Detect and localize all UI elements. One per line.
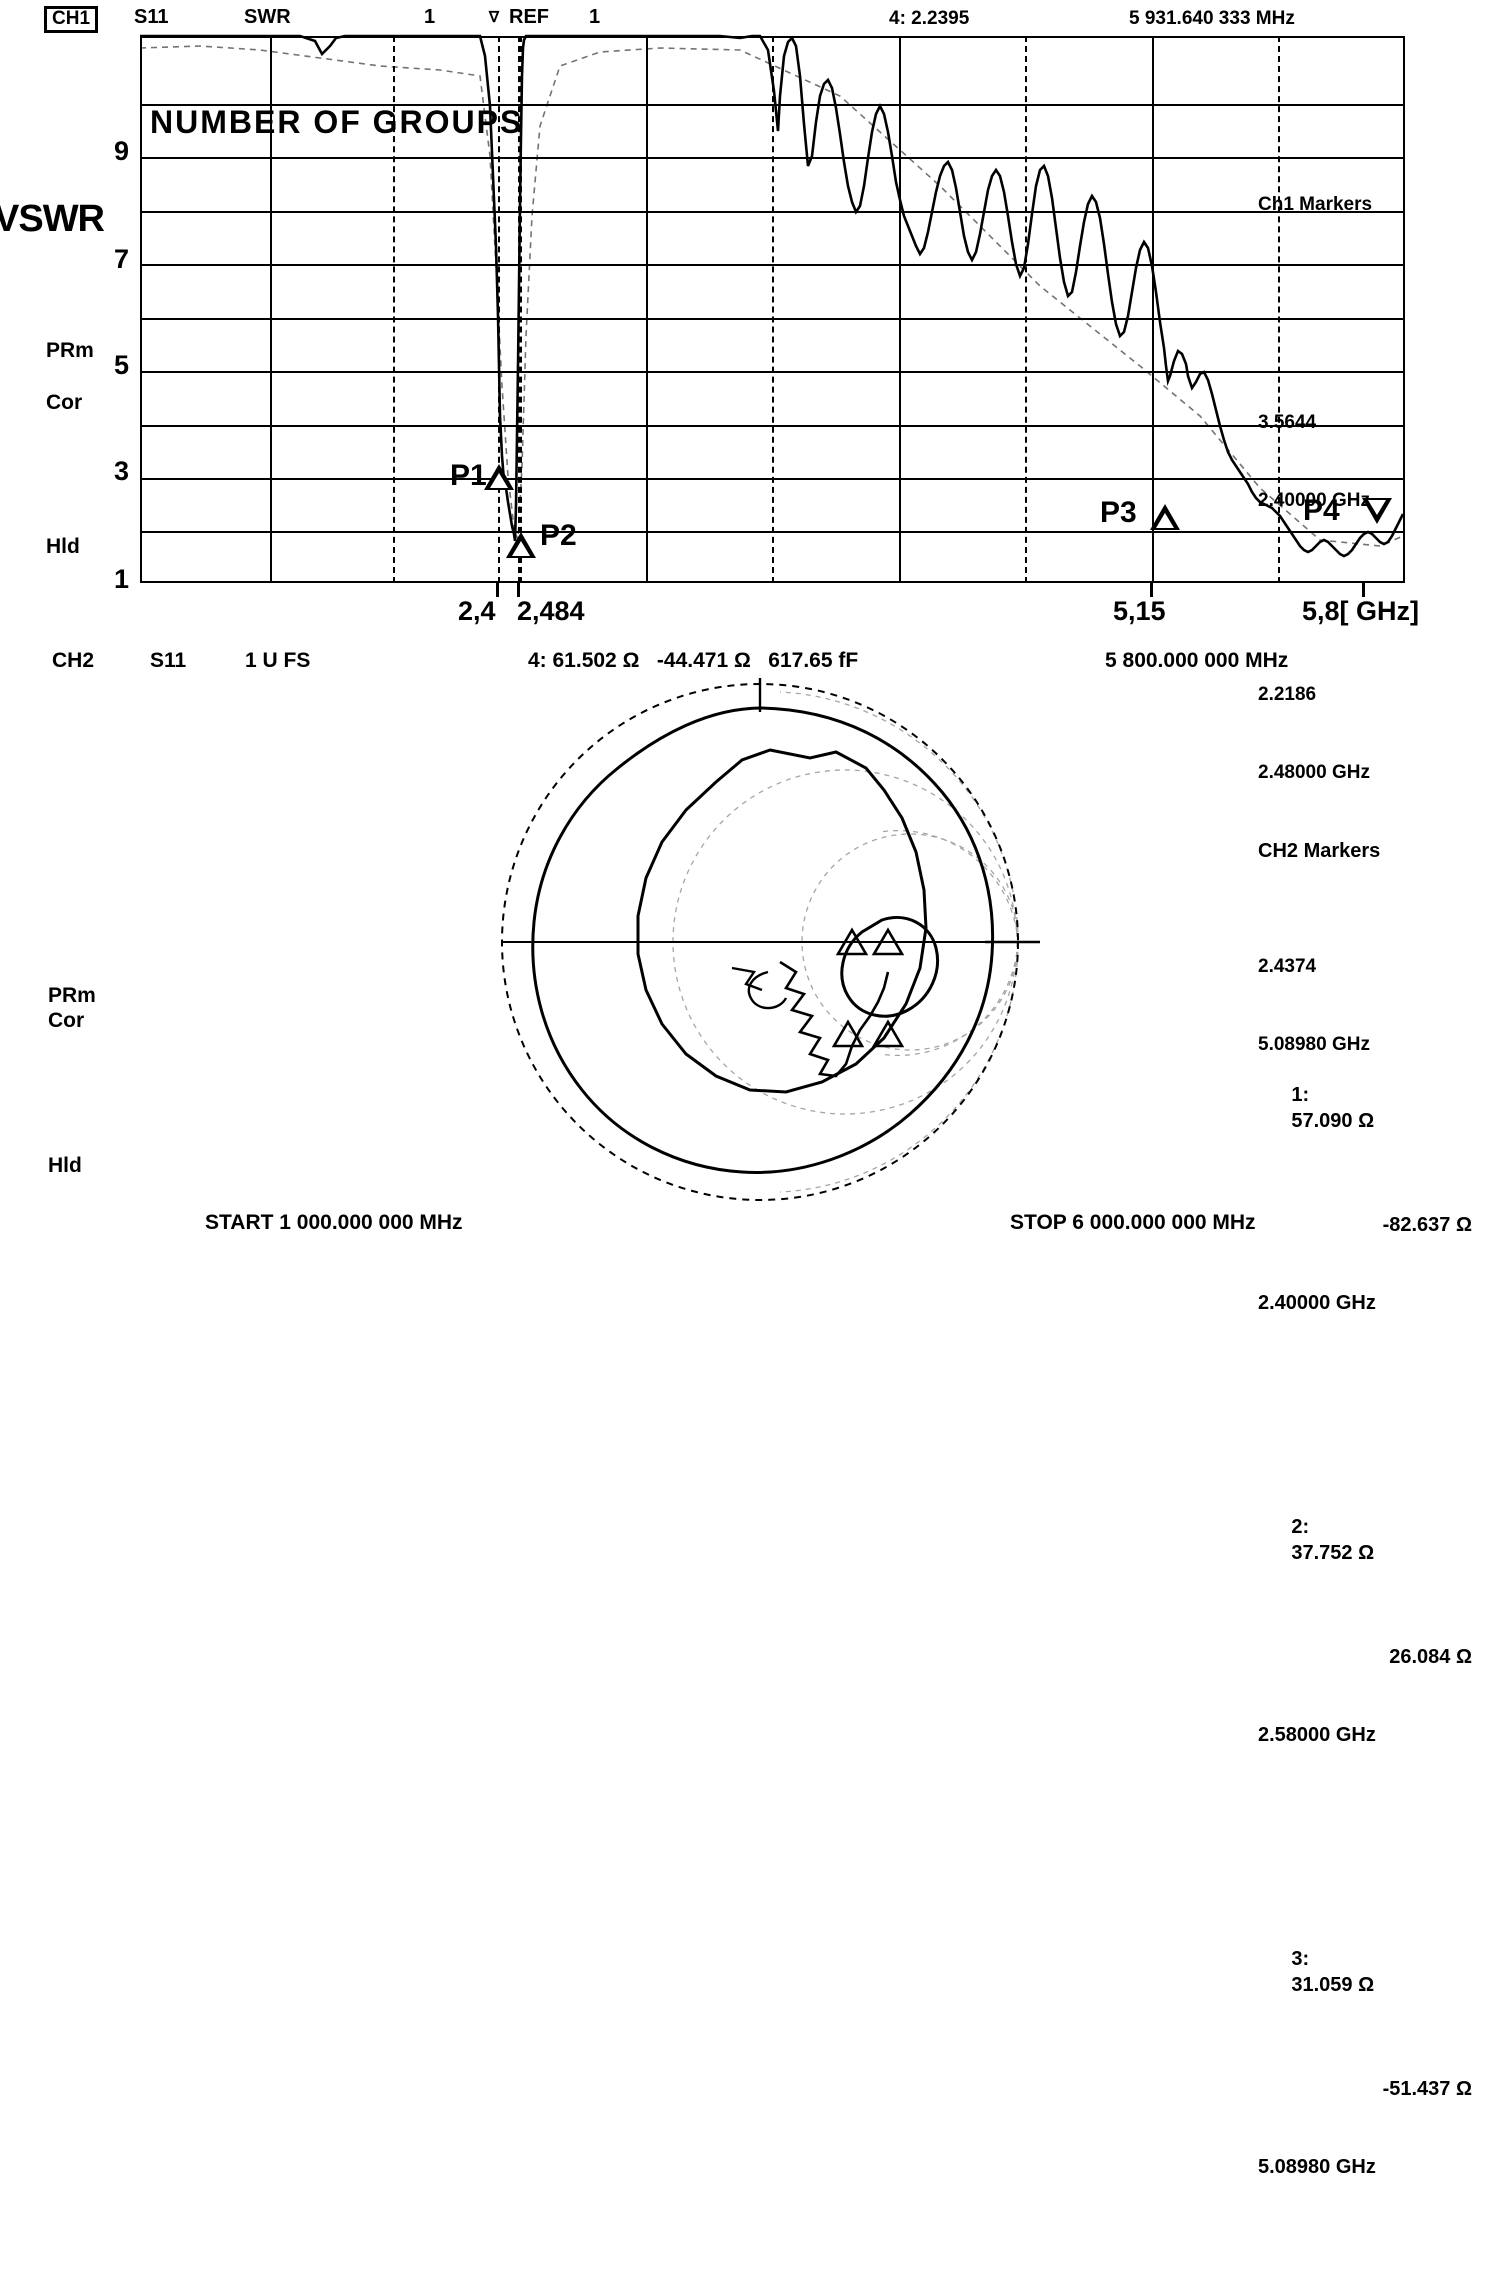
ch2-status-hld: Hld bbox=[48, 1154, 82, 1177]
ch1-marker-2-value: 2.2186 bbox=[1258, 684, 1317, 705]
ch2-marker-3-frequency: 5.08980 GHz bbox=[1258, 2156, 1376, 2178]
gridline-v-8 bbox=[1152, 36, 1154, 583]
gridline-v-6 bbox=[899, 36, 901, 583]
ch1-marker-1-value: 3.5644 bbox=[1258, 412, 1317, 433]
ch1-status-cor: Cor bbox=[46, 391, 83, 414]
point-label-p3: P3 bbox=[1100, 496, 1137, 529]
ch2-marker-2-resistance: 2: 37.752 Ω bbox=[1258, 1488, 1498, 1592]
sweep-stop-label: STOP 6 000.000 000 MHz bbox=[1010, 1211, 1256, 1234]
ch1-scale-per-div: 1 bbox=[424, 6, 436, 28]
ch1-status-hld: Hld bbox=[46, 535, 80, 558]
ch2-marker-3-reactance: -51.437 Ω bbox=[1382, 2078, 1472, 2100]
y-axis-title: VSWR bbox=[0, 198, 105, 240]
ch2-active-marker-frequency: 5 800.000 000 MHz bbox=[1105, 649, 1289, 672]
x-tick-mark-5p15 bbox=[1150, 583, 1153, 597]
smith-trace-tail bbox=[747, 970, 788, 1010]
ch2-marker-2-r-value: 37.752 Ω bbox=[1291, 1542, 1375, 1564]
marker-line-p1 bbox=[498, 36, 500, 583]
ch2-parameter-label: S11 bbox=[150, 649, 187, 672]
ch1-ref-value: 1 bbox=[589, 6, 601, 28]
marker-line-p2 bbox=[518, 36, 520, 583]
x-tick-label-2p484: 2,484 bbox=[517, 596, 585, 626]
y-tick-3: 3 bbox=[113, 456, 129, 486]
ch1-active-marker-frequency: 5 931.640 333 MHz bbox=[1129, 8, 1295, 29]
point-label-p2: P2 bbox=[540, 519, 577, 552]
ch1-status-prm: PRm bbox=[46, 339, 94, 362]
marker-triangle-p1 bbox=[484, 464, 514, 490]
gridline-v-4 bbox=[646, 36, 648, 583]
ch2-marker-1-frequency: 2.40000 GHz bbox=[1258, 1292, 1376, 1314]
y-tick-5: 5 bbox=[113, 350, 129, 380]
y-tick-7: 7 bbox=[113, 244, 129, 274]
reference-marker-icon: ∇ bbox=[489, 9, 500, 26]
marker-triangle-p2 bbox=[506, 532, 536, 558]
x-tick-mark-2p4 bbox=[496, 583, 499, 597]
marker-triangle-p3 bbox=[1150, 504, 1180, 530]
ch2-marker-1-resistance: 1: 57.090 Ω bbox=[1258, 1056, 1498, 1160]
ch1-format-label: SWR bbox=[244, 6, 291, 28]
gridline-v-3 bbox=[520, 36, 522, 583]
vswr-panel: CH1 S11 SWR 1 ∇ REF 1 4: 2.2395 5 931.64… bbox=[0, 0, 1502, 1055]
gridline-v-2 bbox=[393, 36, 395, 583]
ch2-marker-2-frequency: 2.58000 GHz bbox=[1258, 1724, 1376, 1746]
ch2-marker-1-reactance: -82.637 Ω bbox=[1382, 1214, 1472, 1236]
ch2-marker-2-reactance: 26.084 Ω bbox=[1389, 1646, 1472, 1668]
ch1-parameter-label: S11 bbox=[134, 6, 169, 28]
ch1-marker-1-frequency: 2.40000 GHz bbox=[1258, 490, 1370, 511]
ch1-ref-label: REF bbox=[509, 6, 549, 28]
gridline-v-5 bbox=[772, 36, 774, 583]
ch1-badge: CH1 bbox=[44, 6, 99, 33]
ch1-header-row: CH1 S11 SWR 1 ∇ REF 1 4: 2.2395 5 931.64… bbox=[44, 4, 1484, 34]
ch2-marker-1-index: 1: bbox=[1291, 1084, 1310, 1106]
x-tick-label-2p4: 2,4 bbox=[458, 596, 496, 626]
sweep-start-label: START 1 000.000 000 MHz bbox=[205, 1211, 463, 1234]
x-tick-mark-2p484 bbox=[517, 583, 520, 597]
ch2-scale-per-div: 1 U FS bbox=[245, 649, 311, 672]
gridline-v-1 bbox=[270, 36, 272, 583]
ch2-markers-panel: CH2 Markers 1: 57.090 Ω -82.637 Ω 2.4000… bbox=[1258, 786, 1498, 2274]
ch2-badge: CH2 bbox=[52, 649, 95, 672]
x-tick-label-5p15: 5,15 bbox=[1113, 596, 1166, 626]
ch1-marker-2-frequency: 2.48000 GHz bbox=[1258, 762, 1370, 783]
ch2-marker-2: 2: 37.752 Ω 26.084 Ω 2.58000 GHz bbox=[1258, 1436, 1498, 1800]
gridline-v-7 bbox=[1025, 36, 1027, 583]
ch2-marker-1: 1: 57.090 Ω -82.637 Ω 2.40000 GHz bbox=[1258, 1004, 1498, 1368]
ch1-active-marker-readout: 4: 2.2395 bbox=[889, 8, 970, 29]
ch2-marker-3-r-value: 31.059 Ω bbox=[1291, 1974, 1375, 1996]
ch2-markers-title: CH2 Markers bbox=[1258, 840, 1381, 862]
point-label-p1: P1 bbox=[450, 459, 487, 492]
smith-chart-graphic bbox=[501, 678, 1040, 1201]
y-tick-9: 9 bbox=[113, 136, 129, 166]
ch2-status-cor: Cor bbox=[48, 1009, 85, 1032]
ch2-status-prm: PRm bbox=[48, 984, 96, 1007]
ch2-active-marker-readout: 4: 61.502 Ω -44.471 Ω 617.65 fF bbox=[528, 649, 859, 672]
vswr-plot-area: P1 P2 P3 P4 bbox=[139, 34, 1405, 583]
y-tick-1: 1 bbox=[113, 564, 129, 594]
ch2-marker-3: 3: 31.059 Ω -51.437 Ω 5.08980 GHz bbox=[1258, 1868, 1498, 2232]
ch2-marker-1-r-value: 57.090 Ω bbox=[1291, 1110, 1375, 1132]
smith-chart-area bbox=[480, 672, 1040, 1212]
smith-trace-tail2 bbox=[731, 966, 763, 992]
ch2-marker-2-index: 2: bbox=[1291, 1516, 1310, 1538]
ch2-marker-3-resistance: 3: 31.059 Ω bbox=[1258, 1920, 1498, 2024]
ch1-marker-1: 3.5644 2.40000 GHz bbox=[1258, 358, 1498, 566]
ch1-markers-title: Ch1 Markers bbox=[1258, 194, 1373, 215]
ch2-marker-3-index: 3: bbox=[1291, 1948, 1310, 1970]
